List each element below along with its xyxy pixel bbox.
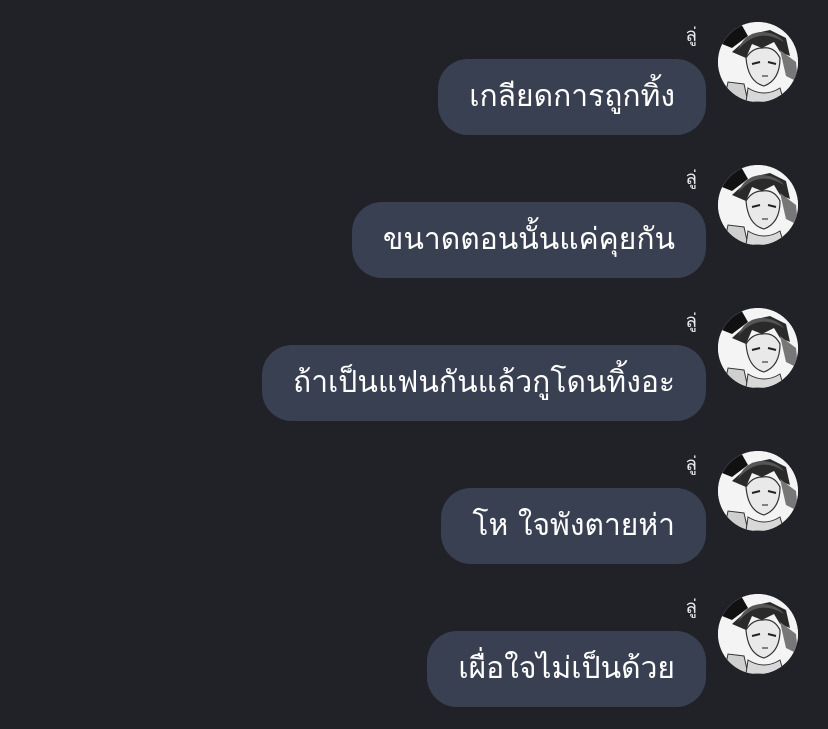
avatar[interactable]	[718, 594, 798, 674]
sender-name: ลู่	[685, 24, 697, 46]
manga-character-avatar-icon	[718, 22, 798, 102]
chat-thread: ลู่ เกลียดการถูกทิ้ง ลู่ ขนาดตอนนั้นแค่ค…	[0, 0, 828, 729]
sender-name: ลู่	[685, 310, 697, 332]
message-row: ลู่ เกลียดการถูกทิ้ง	[0, 0, 828, 143]
avatar[interactable]	[718, 308, 798, 388]
avatar[interactable]	[718, 22, 798, 102]
message-bubble[interactable]: เกลียดการถูกทิ้ง	[438, 59, 706, 135]
manga-character-avatar-icon	[718, 451, 798, 531]
message-row: ลู่ ขนาดตอนนั้นแค่คุยกัน	[0, 143, 828, 286]
message-row: ลู่ เผื่อใจไม่เป็นด้วย	[0, 572, 828, 715]
sender-name: ลู่	[685, 167, 697, 189]
sender-name: ลู่	[685, 596, 697, 618]
message-row: ลู่ ถ้าเป็นแฟนกันแล้วกูโดนทิ้งอะ	[0, 286, 828, 429]
message-bubble[interactable]: โห ใจพังตายห่า	[441, 488, 706, 564]
message-bubble[interactable]: ถ้าเป็นแฟนกันแล้วกูโดนทิ้งอะ	[262, 345, 706, 421]
message-bubble[interactable]: ขนาดตอนนั้นแค่คุยกัน	[351, 202, 706, 278]
message-row: ลู่ โห ใจพังตายห่า	[0, 429, 828, 572]
sender-name: ลู่	[685, 453, 697, 475]
avatar[interactable]	[718, 165, 798, 245]
message-bubble[interactable]: เผื่อใจไม่เป็นด้วย	[427, 631, 706, 707]
manga-character-avatar-icon	[718, 165, 798, 245]
manga-character-avatar-icon	[718, 308, 798, 388]
manga-character-avatar-icon	[718, 594, 798, 674]
avatar[interactable]	[718, 451, 798, 531]
